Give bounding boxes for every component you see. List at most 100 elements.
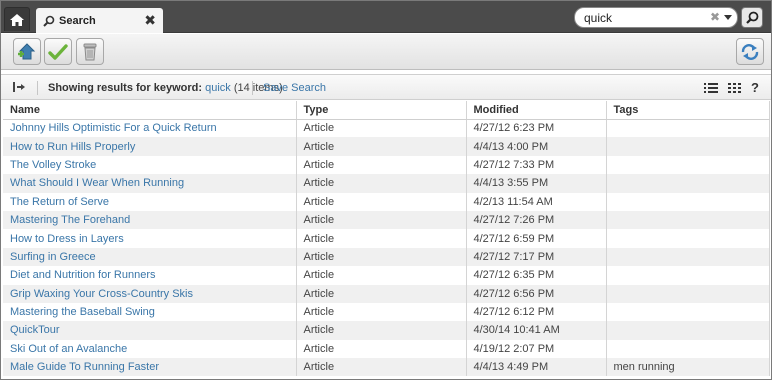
collapse-panel-icon[interactable] (12, 81, 26, 93)
type-cell: Article (296, 339, 467, 359)
save-search-link[interactable]: Save Search (263, 82, 326, 94)
tab-search[interactable]: Search ✖ (36, 8, 163, 33)
column-header-tags[interactable]: Tags (606, 101, 770, 120)
delete-button[interactable] (76, 38, 104, 65)
tags-cell (606, 192, 770, 211)
table-row[interactable]: The Return of Serve Article 4/2/13 11:54 A… (3, 192, 770, 211)
tags-cell (606, 321, 770, 340)
type-cell: Article (296, 119, 467, 138)
tags-cell: men running (606, 358, 770, 377)
tags-cell (606, 210, 770, 230)
table-row[interactable]: Surfing in Greece Article 4/27/12 7:17 PM (3, 247, 770, 267)
search-input[interactable] (584, 10, 704, 25)
add-icon (18, 42, 36, 59)
results-table: Name Type Modified Tags Johnny Hills Opt… (3, 101, 770, 377)
column-header-modified[interactable]: Modified (466, 101, 607, 120)
table-row[interactable]: Ski Out of an Avalanche Article 4/19/12 2:… (3, 339, 770, 359)
type-cell: Article (296, 358, 467, 377)
type-cell: Article (296, 302, 467, 322)
name-cell[interactable]: Surfing in Greece (3, 247, 297, 267)
modified-cell: 4/4/13 4:49 PM (466, 358, 607, 377)
search-button[interactable] (741, 7, 763, 28)
table-row[interactable]: QuickTour Article 4/30/14 10:41 AM (3, 321, 770, 340)
type-cell: Article (296, 210, 467, 230)
checkmark-icon (48, 43, 68, 60)
table-row[interactable]: Diet and Nutrition for Runners Article 4/2… (3, 266, 770, 285)
table-row[interactable]: Johnny Hills Optimistic For a Quick Retu… (3, 119, 770, 138)
type-cell: Article (296, 247, 467, 267)
modified-cell: 4/27/12 6:23 PM (466, 119, 607, 138)
table-row[interactable]: How to Dress in Layers Article 4/27/12 6:5… (3, 229, 770, 248)
name-cell[interactable]: Mastering The Forehand (3, 210, 297, 230)
magnifier-icon (745, 11, 758, 24)
name-cell[interactable]: Ski Out of an Avalanche (3, 339, 297, 359)
table-row[interactable]: How to Run Hills Properly Article 4/4/13 4… (3, 137, 770, 156)
refresh-button[interactable] (736, 38, 764, 65)
refresh-icon (741, 43, 759, 60)
tags-cell (606, 155, 770, 175)
chevron-down-icon[interactable] (724, 15, 732, 20)
add-button[interactable] (13, 38, 41, 65)
modified-cell: 4/19/12 2:07 PM (466, 339, 607, 359)
name-cell[interactable]: The Volley Stroke (3, 155, 297, 175)
clear-icon[interactable]: ✖ (710, 10, 720, 24)
name-cell[interactable]: QuickTour (3, 321, 297, 340)
separator (37, 81, 38, 95)
type-cell: Article (296, 137, 467, 156)
column-header-type[interactable]: Type (296, 101, 467, 120)
tags-cell (606, 339, 770, 359)
type-cell: Article (296, 155, 467, 175)
tags-cell (606, 119, 770, 138)
table-row[interactable]: Male Guide To Running Faster Article 4/4/1… (3, 358, 770, 377)
name-cell[interactable]: Diet and Nutrition for Runners (3, 266, 297, 285)
results-keyword[interactable]: quick (205, 82, 231, 94)
modified-cell: 4/4/13 3:55 PM (466, 174, 607, 193)
modified-cell: 4/27/12 7:26 PM (466, 210, 607, 230)
table-row[interactable]: Grip Waxing Your Cross-Country Skis Artic… (3, 284, 770, 303)
type-cell: Article (296, 192, 467, 211)
modified-cell: 4/30/14 10:41 AM (466, 321, 607, 340)
search-field[interactable]: ✖ (574, 7, 738, 28)
tab-label: Search (59, 14, 96, 27)
magnifier-icon (43, 15, 55, 27)
name-cell[interactable]: Male Guide To Running Faster (3, 358, 297, 377)
close-icon[interactable]: ✖ (144, 13, 156, 27)
name-cell[interactable]: Mastering the Baseball Swing (3, 302, 297, 322)
modified-cell: 4/4/13 4:00 PM (466, 137, 607, 156)
tags-cell (606, 174, 770, 193)
toolbar (0, 34, 772, 70)
approve-button[interactable] (44, 38, 72, 65)
modified-cell: 4/27/12 7:33 PM (466, 155, 607, 175)
table-row[interactable]: The Volley Stroke Article 4/27/12 7:33 PM (3, 155, 770, 175)
tags-cell (606, 137, 770, 156)
modified-cell: 4/27/12 6:35 PM (466, 266, 607, 285)
name-cell[interactable]: How to Run Hills Properly (3, 137, 297, 156)
table-row[interactable]: Mastering The Forehand Article 4/27/12 7:2… (3, 210, 770, 230)
table-row[interactable]: Mastering the Baseball Swing Article 4/27/… (3, 302, 770, 322)
type-cell: Article (296, 229, 467, 248)
name-cell[interactable]: Grip Waxing Your Cross-Country Skis (3, 284, 297, 303)
tags-cell (606, 247, 770, 267)
tab-bar: Search ✖ ✖ (0, 0, 772, 33)
tags-cell (606, 266, 770, 285)
home-button[interactable] (4, 7, 30, 31)
name-cell[interactable]: What Should I Wear When Running (3, 174, 297, 193)
separator (252, 81, 253, 95)
modified-cell: 4/27/12 6:59 PM (466, 229, 607, 248)
home-icon (10, 13, 24, 26)
list-view-icon[interactable] (704, 82, 718, 94)
name-cell[interactable]: Johnny Hills Optimistic For a Quick Retu… (3, 119, 297, 138)
tags-cell (606, 284, 770, 303)
modified-cell: 4/2/13 11:54 AM (466, 192, 607, 211)
table-row[interactable]: What Should I Wear When Running Article 4/… (3, 174, 770, 193)
table-header-row: Name Type Modified Tags (3, 101, 770, 120)
name-cell[interactable]: The Return of Serve (3, 192, 297, 211)
grid-view-icon[interactable] (728, 82, 741, 94)
type-cell: Article (296, 174, 467, 193)
modified-cell: 4/27/12 7:17 PM (466, 247, 607, 267)
help-icon[interactable]: ? (751, 80, 759, 95)
name-cell[interactable]: How to Dress in Layers (3, 229, 297, 248)
type-cell: Article (296, 284, 467, 303)
column-header-name[interactable]: Name (3, 101, 297, 120)
modified-cell: 4/27/12 6:12 PM (466, 302, 607, 322)
